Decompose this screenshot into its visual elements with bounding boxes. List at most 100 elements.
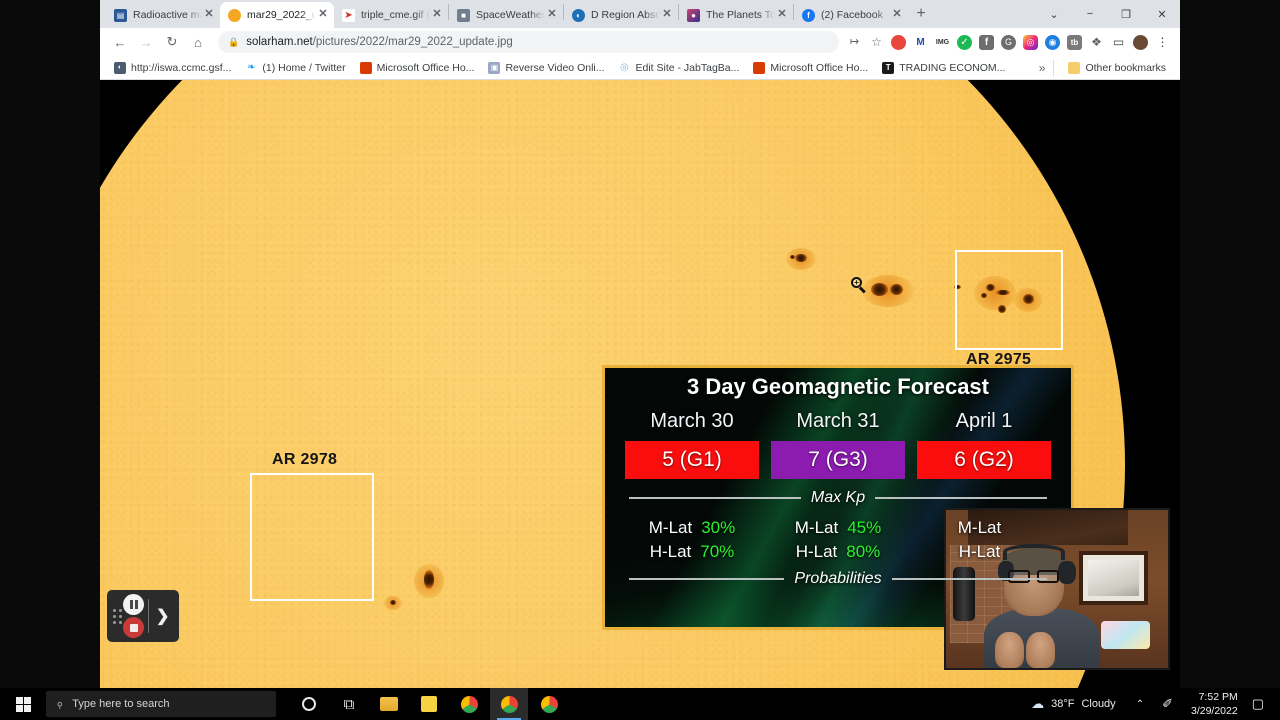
- tumblr-icon[interactable]: tb: [1067, 34, 1082, 50]
- share-icon[interactable]: ↦: [847, 34, 862, 50]
- bookmark-item-3[interactable]: ▣ Reverse Video Onli...: [482, 60, 610, 76]
- tab-close-icon[interactable]: ✕: [775, 8, 789, 22]
- bookmark-label: TRADING ECONOM...: [899, 61, 1006, 74]
- max-kp-label: Max Kp: [810, 489, 866, 506]
- stop-record-button[interactable]: [123, 617, 144, 638]
- minimize-button[interactable]: −: [1072, 0, 1108, 28]
- browser-tab-2[interactable]: ➤ triple_cme.gif (5 ✕: [334, 2, 448, 28]
- bookmark-item-2[interactable]: Microsoft Office Ho...: [354, 60, 481, 76]
- navigation-toolbar: ← → ↻ ⌂ 🔒 solarham.net/pictures/2022/mar…: [100, 28, 1180, 56]
- chrome-icon-2[interactable]: [490, 688, 528, 720]
- screen-root: ▤ Radioactive mate ✕ mar29_2022_upd ✕ ➤ …: [0, 0, 1280, 720]
- pause-button[interactable]: [123, 594, 144, 615]
- pen-icon[interactable]: ✐: [1154, 696, 1181, 712]
- forecast-date: March 31: [796, 410, 880, 432]
- new-tab-button[interactable]: +: [908, 1, 934, 27]
- notifications-icon[interactable]: ▢: [1248, 696, 1274, 712]
- browser-tab-5[interactable]: ● The Planets Toda ✕: [679, 2, 793, 28]
- tab-close-icon[interactable]: ✕: [430, 8, 444, 22]
- video-downloader-icon[interactable]: ◉: [1045, 34, 1060, 50]
- bookmark-item-1[interactable]: ❧ (1) Home / Twitter: [239, 60, 351, 76]
- clock-date: 3/29/2022: [1190, 705, 1238, 717]
- browser-tab-1[interactable]: mar29_2022_upd ✕: [220, 2, 334, 28]
- bookmark-label: Edit Site - JabTagBa...: [635, 61, 740, 74]
- grammarly-icon[interactable]: G: [1001, 34, 1016, 50]
- reload-button[interactable]: ↻: [160, 30, 184, 54]
- weather-widget[interactable]: ☁ 38°F Cloudy: [1021, 696, 1126, 712]
- tab-close-icon[interactable]: ✕: [202, 8, 216, 22]
- task-view-icon[interactable]: ⧉: [330, 688, 368, 720]
- system-tray: ☁ 38°F Cloudy ⌃ ✐ 7:52 PM 3/29/2022 ▢: [1021, 690, 1280, 718]
- close-window-button[interactable]: ✕: [1144, 0, 1180, 28]
- chrome-icon-3[interactable]: [530, 688, 568, 720]
- window-controls: ⌄ − ❐ ✕: [1036, 0, 1180, 28]
- address-bar[interactable]: 🔒 solarham.net/pictures/2022/mar29_2022_…: [218, 31, 839, 53]
- search-input[interactable]: ⌕ Type here to search: [46, 691, 276, 717]
- profile-avatar[interactable]: [1133, 34, 1148, 50]
- divider-line: [891, 578, 1047, 581]
- tab-close-icon[interactable]: ✕: [660, 8, 674, 22]
- weather-condition: Cloudy: [1081, 698, 1116, 710]
- folder-icon: [1068, 61, 1081, 74]
- start-button[interactable]: [0, 688, 46, 720]
- chrome-menu-icon[interactable]: ⋮: [1155, 34, 1170, 50]
- puzzle-extensions-icon[interactable]: ❖: [1089, 34, 1104, 50]
- malwarebytes-icon[interactable]: M: [913, 34, 928, 50]
- news-icon: ▤: [114, 8, 127, 22]
- tray-expand-icon[interactable]: ⌃: [1126, 699, 1154, 710]
- adblock-icon[interactable]: [891, 34, 906, 50]
- bookmark-label: Microsoft Office Ho...: [376, 61, 475, 74]
- cortana-icon[interactable]: [290, 688, 328, 720]
- windows-taskbar: ⌕ Type here to search ⧉ ☁ 38°F Cloudy ⌃ …: [0, 688, 1280, 720]
- facebook-icon: f: [802, 8, 815, 22]
- facebook-ext-icon[interactable]: f: [979, 34, 994, 50]
- file-explorer-icon[interactable]: [370, 688, 408, 720]
- office-icon: [753, 61, 766, 74]
- checkmark-icon[interactable]: ✓: [957, 34, 972, 50]
- maximize-button[interactable]: ❐: [1108, 0, 1144, 28]
- ar2978-label: AR 2978: [272, 451, 338, 468]
- browser-tab-0[interactable]: ▤ Radioactive mate ✕: [106, 2, 220, 28]
- sticky-notes-icon[interactable]: [410, 688, 448, 720]
- bookmarks-overflow-button[interactable]: »: [1039, 61, 1046, 75]
- screen-recorder-toolbar[interactable]: ❯: [107, 590, 179, 642]
- forecast-kp-badge: 6 (G2): [917, 441, 1051, 479]
- expand-chevron-icon[interactable]: ❯: [156, 606, 169, 626]
- planets-icon: ●: [687, 8, 700, 22]
- browser-tab-3[interactable]: ■ SpaceWeatherLiv ✕: [449, 2, 563, 28]
- bookmark-star-icon[interactable]: ☆: [869, 34, 884, 50]
- sidepanel-icon[interactable]: ▭: [1111, 34, 1126, 50]
- bookmark-item-6[interactable]: T TRADING ECONOM...: [876, 60, 1011, 76]
- tab-close-icon[interactable]: ✕: [545, 8, 559, 22]
- sunspot-group-small-upper: [786, 248, 816, 270]
- tab-label: The Planets Toda: [706, 9, 775, 21]
- bookmark-item-4[interactable]: ◎ Edit Site - JabTagBa...: [613, 60, 746, 76]
- clock-time: 7:52 PM: [1198, 690, 1238, 703]
- tab-label: triple_cme.gif (5: [361, 9, 430, 21]
- instagram-ext-icon[interactable]: ◎: [1023, 34, 1038, 50]
- browser-tab-6[interactable]: f (2) Facebook ✕: [794, 2, 908, 28]
- hlat-row: H-Lat: [911, 540, 1057, 564]
- img-downloader-icon[interactable]: IMG: [935, 34, 950, 50]
- reverse-video-icon: ▣: [488, 61, 501, 74]
- bookmark-item-5[interactable]: Microsoft Office Ho...: [747, 60, 874, 76]
- tab-close-icon[interactable]: ✕: [890, 8, 904, 22]
- hlat-value: 70%: [700, 542, 735, 562]
- forecast-date: March 30: [650, 410, 734, 432]
- back-button[interactable]: ←: [108, 30, 132, 54]
- other-bookmarks-folder[interactable]: Other bookmarks: [1062, 60, 1172, 76]
- forecast-probabilities: M-Lat 30% H-Lat 70% M-Lat 45% H-Lat 80% …: [619, 516, 1057, 564]
- tab-search-icon[interactable]: ⌄: [1036, 0, 1072, 28]
- clock[interactable]: 7:52 PM 3/29/2022: [1181, 690, 1248, 718]
- bookmark-label: http://iswa.ccmc.gsf...: [131, 61, 232, 74]
- bookmark-item-0[interactable]: ◐ http://iswa.ccmc.gsf...: [108, 60, 237, 76]
- drag-handle-icon[interactable]: [107, 608, 123, 624]
- divider-line: [875, 497, 1047, 499]
- tab-close-icon[interactable]: ✕: [316, 8, 330, 22]
- home-button[interactable]: ⌂: [186, 30, 210, 54]
- probabilities-divider-row: Probabilities: [619, 570, 1057, 588]
- tab-label: (2) Facebook: [821, 9, 883, 21]
- forward-button[interactable]: →: [134, 30, 158, 54]
- browser-tab-4[interactable]: ◐ D Region Absorp ✕: [564, 2, 678, 28]
- chrome-icon-1[interactable]: [450, 688, 488, 720]
